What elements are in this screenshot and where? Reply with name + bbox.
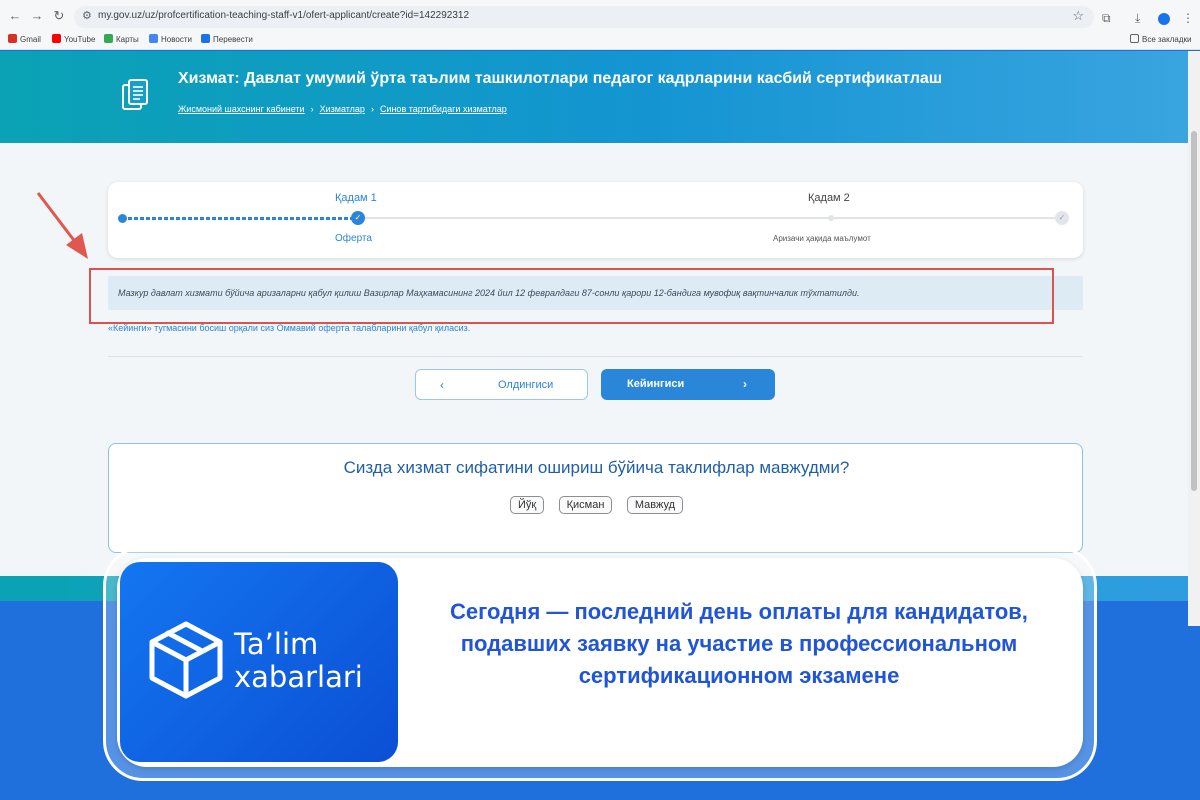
previous-button[interactable]: ‹ Олдингиси [415,369,588,400]
option-partially[interactable]: Қисман [558,496,613,514]
final-step-check-icon: ✓ [1055,211,1069,225]
breadcrumb-separator-icon: › [310,104,314,114]
browser-toolbar: ← → ↻ ⚙ my.gov.uz/uz/profcertification-t… [0,4,1200,30]
page-viewport: Хизмат: Давлат умумий ўрта таълим ташкил… [0,51,1188,601]
all-bookmarks[interactable]: Все закладки [1130,34,1191,44]
gmail-icon [8,34,17,43]
survey-question: Сизда хизмат сифатини ошириш бўйича такл… [343,458,850,477]
step2-label: Аризачи ҳақида маълумот [773,234,871,243]
reload-icon[interactable]: ↻ [50,7,68,25]
highlight-frame [89,268,1054,324]
extensions-icon[interactable]: ⧉ [1102,11,1111,26]
bookmark-gmail[interactable]: Gmail [8,34,41,44]
breadcrumb: Жисмоний шахснинг кабинети › Хизматлар › Син… [178,104,507,114]
step1-title: Қадам 1 [335,192,377,204]
bookmark-news[interactable]: Новости [149,34,192,44]
chevron-left-icon: ‹ [440,378,444,392]
breadcrumb-services[interactable]: Хизматлар [320,104,365,114]
youtube-icon [52,34,61,43]
feedback-survey: Сизда хизмат сифатини ошириш бўйича такл… [108,443,1083,553]
document-icon [122,79,148,110]
step1-label: Оферта [335,233,372,244]
brand-name: Ta’lim xabarlari [234,627,363,694]
breadcrumb-separator-icon: › [370,104,374,114]
bookmark-maps[interactable]: Карты [104,34,139,44]
offer-note: «Кейинги» тугмасини босиш орқали сиз Омм… [108,323,471,333]
box-logo-icon [149,621,223,699]
address-bar[interactable]: ⚙ my.gov.uz/uz/profcertification-teachin… [74,6,1094,28]
stepper: Қадам 1 Қадам 2 ✓ ✓ Оферта Аризачи ҳақид… [108,182,1083,258]
bookmark-translate[interactable]: Перевести [201,34,253,44]
news-icon [149,34,158,43]
forward-icon[interactable]: → [28,7,46,25]
browser-chrome: ← → ↻ ⚙ my.gov.uz/uz/profcertification-t… [0,0,1200,50]
bookmark-youtube[interactable]: YouTube [52,34,95,44]
step2-dot [828,215,834,221]
news-headline: Сегодня — последний день оплаты для канд… [450,599,1028,688]
current-step-check-icon: ✓ [351,211,365,225]
progress-start-dot [118,214,127,223]
download-icon[interactable]: ⤓ [1135,11,1140,26]
folder-icon [1130,34,1139,43]
bookmark-star-icon[interactable]: ☆ [1072,8,1084,24]
progress-track-remaining [358,217,1063,219]
option-no[interactable]: Йўқ [509,496,545,514]
page-title: Хизмат: Давлат умумий ўрта таълим ташкил… [178,70,943,87]
step2-title: Қадам 2 [808,192,850,204]
breadcrumb-cabinet[interactable]: Жисмоний шахснинг кабинети [178,104,305,114]
site-info-icon[interactable]: ⚙ [82,9,92,22]
brand-logo: Ta’lim xabarlari [120,562,398,762]
back-icon[interactable]: ← [6,7,24,25]
menu-icon[interactable]: ⋮ [1182,11,1194,25]
progress-track-done [122,217,357,220]
option-yes[interactable]: Мавжуд [626,496,684,514]
scrollbar[interactable] [1188,51,1200,626]
maps-icon [104,34,113,43]
url-text: my.gov.uz/uz/profcertification-teaching-… [98,10,470,21]
profile-avatar[interactable] [1158,13,1170,25]
service-header: Хизмат: Давлат умумий ўрта таълим ташкил… [0,51,1188,143]
chevron-right-icon: › [743,377,747,391]
scrollbar-thumb[interactable] [1191,131,1197,491]
breadcrumb-trial-services[interactable]: Синов тартибидаги хизматлар [380,104,507,114]
red-arrow-icon [36,192,88,259]
translate-icon [201,34,210,43]
bookmarks-bar: Gmail YouTube Карты Новости Перевести Вс… [0,32,1200,48]
survey-options: Йўқ Қисман Мавжуд [109,495,1084,514]
divider [108,356,1083,357]
next-button[interactable]: Кейингиси › [601,369,775,400]
